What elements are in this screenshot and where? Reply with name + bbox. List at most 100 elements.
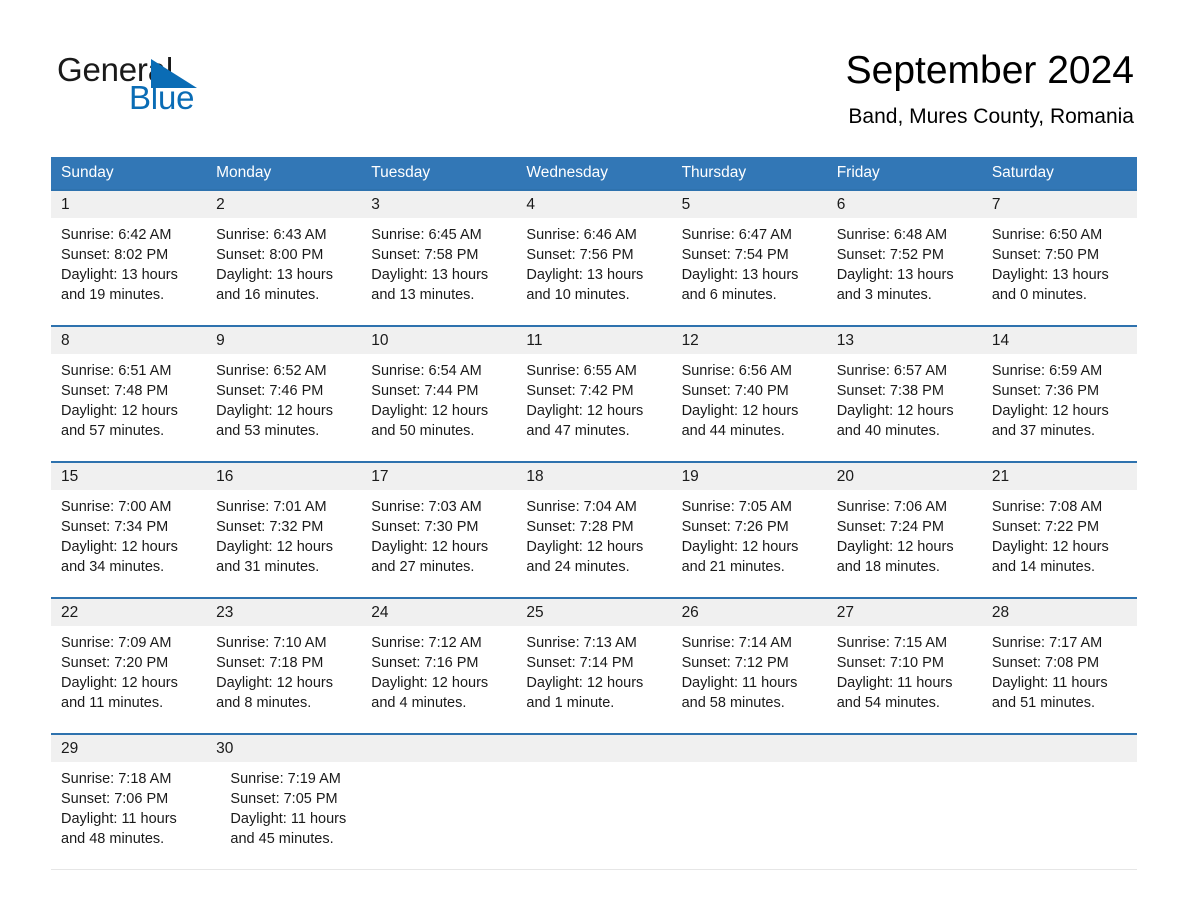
- day-number[interactable]: 30: [206, 735, 361, 762]
- day-cell[interactable]: Sunrise: 7:04 AM Sunset: 7:28 PM Dayligh…: [516, 490, 671, 575]
- day-number[interactable]: 13: [827, 327, 982, 354]
- sunrise-text: Sunrise: 6:55 AM: [526, 363, 637, 379]
- sunrise-text: Sunrise: 7:18 AM: [61, 771, 172, 787]
- sunrise-text: Sunrise: 7:12 AM: [371, 635, 482, 651]
- weekday-friday: Friday: [836, 164, 880, 181]
- day-number[interactable]: 24: [361, 599, 516, 626]
- day-cell[interactable]: Sunrise: 6:59 AM Sunset: 7:36 PM Dayligh…: [982, 354, 1137, 439]
- sunrise-text: Sunrise: 7:05 AM: [681, 499, 792, 515]
- day-number[interactable]: 27: [827, 599, 982, 626]
- day-number[interactable]: 14: [982, 327, 1137, 354]
- day-number[interactable]: 29: [51, 735, 206, 762]
- sunset-text: Sunset: 7:54 PM: [681, 247, 789, 263]
- sunrise-text: Sunrise: 7:14 AM: [681, 635, 792, 651]
- day-number[interactable]: 21: [982, 463, 1137, 490]
- day-cell[interactable]: Sunrise: 7:10 AM Sunset: 7:18 PM Dayligh…: [206, 626, 361, 711]
- daylight-text-line1: Daylight: 11 hours: [991, 675, 1108, 691]
- day-number[interactable]: 15: [51, 463, 206, 490]
- day-number-empty: [672, 735, 827, 762]
- day-number-empty: [516, 735, 671, 762]
- day-number[interactable]: 9: [206, 327, 361, 354]
- day-number[interactable]: 11: [516, 327, 671, 354]
- day-cell[interactable]: Sunrise: 6:57 AM Sunset: 7:38 PM Dayligh…: [827, 354, 982, 439]
- day-cell[interactable]: Sunrise: 7:18 AM Sunset: 7:06 PM Dayligh…: [51, 762, 220, 847]
- day-number[interactable]: 10: [361, 327, 516, 354]
- day-cell[interactable]: Sunrise: 7:01 AM Sunset: 7:32 PM Dayligh…: [206, 490, 361, 575]
- general-blue-logo[interactable]: General Blue: [57, 52, 257, 116]
- empty-day-cell: [988, 762, 1137, 844]
- week-details-band: Sunrise: 7:00 AM Sunset: 7:34 PM Dayligh…: [51, 490, 1137, 575]
- day-number[interactable]: 2: [206, 191, 361, 218]
- day-number[interactable]: 16: [206, 463, 361, 490]
- day-cell[interactable]: Sunrise: 7:09 AM Sunset: 7:20 PM Dayligh…: [51, 626, 206, 711]
- day-number[interactable]: 26: [672, 599, 827, 626]
- sunset-text: Sunset: 8:00 PM: [216, 247, 324, 263]
- day-number[interactable]: 17: [361, 463, 516, 490]
- day-number[interactable]: 6: [827, 191, 982, 218]
- day-cell[interactable]: Sunrise: 6:55 AM Sunset: 7:42 PM Dayligh…: [516, 354, 671, 439]
- sunrise-text: Sunrise: 6:42 AM: [61, 227, 172, 243]
- calendar-page: General Blue September 2024 Band, Mures …: [0, 0, 1188, 918]
- day-cell[interactable]: Sunrise: 7:00 AM Sunset: 7:34 PM Dayligh…: [51, 490, 206, 575]
- sunrise-text: Sunrise: 7:06 AM: [836, 499, 948, 515]
- day-number[interactable]: 3: [361, 191, 516, 218]
- day-cell[interactable]: Sunrise: 6:48 AM Sunset: 7:52 PM Dayligh…: [827, 218, 982, 303]
- day-number[interactable]: 8: [51, 327, 206, 354]
- day-cell[interactable]: Sunrise: 7:12 AM Sunset: 7:16 PM Dayligh…: [361, 626, 516, 711]
- week-details-band: Sunrise: 7:18 AM Sunset: 7:06 PM Dayligh…: [51, 762, 1137, 847]
- row-spacer: [51, 844, 1137, 869]
- day-number[interactable]: 1: [51, 191, 206, 218]
- day-cell[interactable]: Sunrise: 7:19 AM Sunset: 7:05 PM Dayligh…: [220, 762, 389, 847]
- daylight-text-line2: and 51 minutes.: [991, 695, 1096, 711]
- weekday-sunday: Sunday: [61, 164, 114, 181]
- day-cell[interactable]: Sunrise: 7:08 AM Sunset: 7:22 PM Dayligh…: [982, 490, 1137, 575]
- day-number[interactable]: 18: [516, 463, 671, 490]
- day-cell[interactable]: Sunrise: 7:13 AM Sunset: 7:14 PM Dayligh…: [516, 626, 671, 711]
- day-cell[interactable]: Sunrise: 6:42 AM Sunset: 8:02 PM Dayligh…: [51, 218, 206, 303]
- sunset-text: Sunset: 7:10 PM: [836, 655, 944, 671]
- day-cell[interactable]: Sunrise: 7:03 AM Sunset: 7:30 PM Dayligh…: [361, 490, 516, 575]
- daylight-text-line1: Daylight: 12 hours: [216, 675, 334, 691]
- day-cell[interactable]: Sunrise: 7:14 AM Sunset: 7:12 PM Dayligh…: [672, 626, 827, 711]
- day-number[interactable]: 7: [982, 191, 1137, 218]
- page-subtitle: Band, Mures County, Romania: [848, 105, 1134, 128]
- day-number[interactable]: 25: [516, 599, 671, 626]
- daylight-text-line2: and 18 minutes.: [836, 559, 940, 575]
- day-cell[interactable]: Sunrise: 7:17 AM Sunset: 7:08 PM Dayligh…: [982, 626, 1137, 711]
- day-number[interactable]: 12: [672, 327, 827, 354]
- day-number[interactable]: 19: [672, 463, 827, 490]
- sunrise-text: Sunrise: 6:56 AM: [681, 363, 792, 379]
- day-cell[interactable]: Sunrise: 6:50 AM Sunset: 7:50 PM Dayligh…: [982, 218, 1137, 303]
- day-number[interactable]: 20: [827, 463, 982, 490]
- sunset-text: Sunset: 7:22 PM: [991, 519, 1100, 535]
- daylight-text-line2: and 13 minutes.: [371, 287, 475, 303]
- day-cell[interactable]: Sunrise: 6:47 AM Sunset: 7:54 PM Dayligh…: [672, 218, 827, 303]
- day-number[interactable]: 5: [672, 191, 827, 218]
- day-cell[interactable]: Sunrise: 7:05 AM Sunset: 7:26 PM Dayligh…: [672, 490, 827, 575]
- day-number[interactable]: 28: [982, 599, 1137, 626]
- sunset-text: Sunset: 8:02 PM: [61, 247, 169, 263]
- daylight-text-line2: and 14 minutes.: [991, 559, 1096, 575]
- day-cell[interactable]: Sunrise: 6:52 AM Sunset: 7:46 PM Dayligh…: [206, 354, 361, 439]
- day-number[interactable]: 23: [206, 599, 361, 626]
- day-cell[interactable]: Sunrise: 6:45 AM Sunset: 7:58 PM Dayligh…: [361, 218, 516, 303]
- day-cell[interactable]: Sunrise: 6:56 AM Sunset: 7:40 PM Dayligh…: [672, 354, 827, 439]
- day-cell[interactable]: Sunrise: 6:51 AM Sunset: 7:48 PM Dayligh…: [51, 354, 206, 439]
- day-number[interactable]: 4: [516, 191, 671, 218]
- week-details-band: Sunrise: 7:09 AM Sunset: 7:20 PM Dayligh…: [51, 626, 1137, 711]
- day-cell[interactable]: Sunrise: 6:46 AM Sunset: 7:56 PM Dayligh…: [516, 218, 671, 303]
- sunset-text: Sunset: 7:14 PM: [526, 655, 634, 671]
- day-cell[interactable]: Sunrise: 7:06 AM Sunset: 7:24 PM Dayligh…: [827, 490, 982, 575]
- weekday-saturday: Saturday: [991, 164, 1054, 181]
- daylight-text-line1: Daylight: 11 hours: [836, 675, 953, 691]
- sunset-text: Sunset: 7:18 PM: [216, 655, 324, 671]
- day-cell[interactable]: Sunrise: 6:54 AM Sunset: 7:44 PM Dayligh…: [361, 354, 516, 439]
- day-cell[interactable]: Sunrise: 7:15 AM Sunset: 7:10 PM Dayligh…: [827, 626, 982, 711]
- daylight-text-line2: and 16 minutes.: [216, 287, 320, 303]
- sunset-text: Sunset: 7:08 PM: [991, 655, 1100, 671]
- empty-day-cell: [539, 762, 688, 844]
- day-number[interactable]: 22: [51, 599, 206, 626]
- day-cell[interactable]: Sunrise: 6:43 AM Sunset: 8:00 PM Dayligh…: [206, 218, 361, 303]
- daylight-text-line1: Daylight: 12 hours: [371, 403, 489, 419]
- daylight-text-line1: Daylight: 13 hours: [526, 267, 644, 283]
